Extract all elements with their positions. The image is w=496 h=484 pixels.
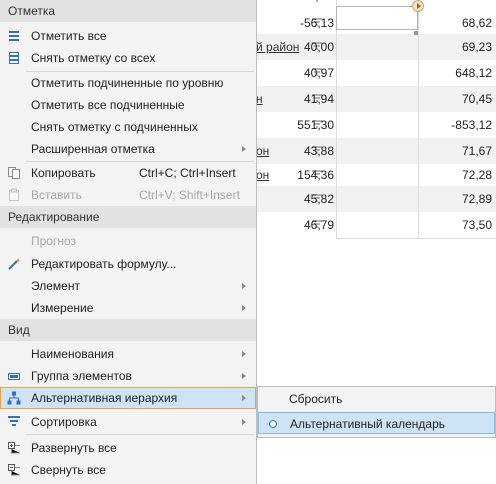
value-cell[interactable]: 43,88	[244, 144, 334, 158]
names-item[interactable]: Наименования	[0, 343, 256, 365]
grid-bottom-border	[336, 238, 496, 239]
menu-item-label: Расширенная отметка	[31, 142, 155, 156]
value-cell[interactable]: 551,30	[244, 118, 334, 132]
context-menu: Отметка Отметить все Снять отметку со вс…	[0, 0, 257, 484]
list-unchecked-icon	[9, 52, 19, 64]
shortcut-label: Ctrl+V; Shift+Insert	[139, 188, 240, 202]
mark-sub-level-item[interactable]: Отметить подчиненные по уровню	[0, 72, 256, 94]
submenu-arrow-icon	[242, 395, 246, 401]
menu-item-label: Элемент	[31, 279, 80, 293]
menu-item-label: Снять отметку с подчиненных	[31, 120, 198, 134]
menu-item-label: Отметить все подчиненные	[31, 98, 185, 112]
section-header-edit: Редактирование	[0, 206, 256, 228]
formula-wand-icon	[8, 258, 21, 270]
menu-item-label: Наименования	[31, 347, 115, 361]
extended-mark-item[interactable]: Расширенная отметка	[0, 138, 256, 160]
value-cell[interactable]: 40,00	[244, 40, 334, 54]
submenu-arrow-icon	[242, 305, 246, 311]
copy-item[interactable]: Копировать Ctrl+C; Ctrl+Insert	[0, 162, 256, 184]
alt-hierarchy-item[interactable]: Альтернативная иерархия	[0, 387, 256, 409]
value-cell[interactable]: 72,28	[412, 168, 492, 182]
value-cell[interactable]: 648,12	[412, 66, 492, 80]
value-cell[interactable]: -853,12	[412, 118, 492, 132]
paste-item[interactable]: Вставить Ctrl+V; Shift+Insert	[0, 184, 256, 206]
element-item[interactable]: Элемент	[0, 275, 256, 297]
collapse-all-item[interactable]: Свернуть все	[0, 459, 256, 481]
cell-expand-tab[interactable]	[412, 0, 424, 12]
selected-cell[interactable]	[336, 6, 418, 30]
unmark-all-item[interactable]: Снять отметку со всех	[0, 47, 256, 69]
value-cell[interactable]: 69,23	[412, 40, 492, 54]
value-cell[interactable]: 68,62	[412, 16, 492, 30]
menu-item-label: Альтернативная иерархия	[31, 391, 178, 405]
expand-all-icon	[8, 442, 20, 454]
value-cell[interactable]: 45,82	[244, 192, 334, 206]
alt-calendar-item[interactable]: Альтернативный календарь	[258, 412, 495, 434]
unmark-sub-item[interactable]: Снять отметку с подчиненных	[0, 116, 256, 138]
value-cell[interactable]: 154,36	[244, 168, 334, 182]
column-divider	[336, 0, 337, 238]
sort-item[interactable]: Сортировка	[0, 411, 256, 433]
menu-item-label: Сортировка	[31, 415, 97, 429]
menu-item-label: Свернуть все	[31, 463, 106, 477]
hierarchy-icon	[7, 391, 21, 405]
menu-item-label: Отметить подчиненные по уровню	[31, 76, 224, 90]
section-header-label: Отметка	[8, 4, 56, 18]
section-header-view: Вид	[0, 319, 256, 341]
sort-filter-icon	[8, 416, 20, 426]
menu-item-label: Развернуть все	[31, 441, 117, 455]
section-header-label: Редактирование	[8, 210, 100, 224]
shortcut-label: Ctrl+C; Ctrl+Insert	[139, 166, 236, 180]
section-header-mark: Отметка	[0, 0, 256, 22]
submenu-arrow-icon	[242, 146, 246, 152]
value-cell[interactable]: 70,45	[412, 92, 492, 106]
value-cell[interactable]: 72,89	[412, 192, 492, 206]
alt-hierarchy-submenu: Сбросить Альтернативный календарь	[257, 386, 496, 438]
group-icon	[8, 373, 20, 380]
section-header-label: Вид	[8, 323, 30, 337]
value-cell[interactable]: 73,50	[412, 218, 492, 232]
menu-item-label: Копировать	[31, 166, 96, 180]
reset-item[interactable]: Сбросить	[258, 388, 495, 410]
menu-item-label: Вставить	[31, 188, 82, 202]
value-cell[interactable]: -56,13	[244, 16, 334, 30]
copy-icon	[8, 167, 20, 179]
submenu-arrow-icon	[242, 351, 246, 357]
submenu-arrow-icon	[242, 419, 246, 425]
menu-separator	[26, 434, 254, 435]
mark-all-sub-item[interactable]: Отметить все подчиненные	[0, 94, 256, 116]
paste-icon	[9, 188, 19, 201]
radio-indicator-icon	[269, 420, 277, 428]
edit-formula-item[interactable]: Редактировать формулу...	[0, 253, 256, 275]
selection-handle[interactable]	[414, 31, 418, 35]
submenu-arrow-icon	[242, 373, 246, 379]
expand-all-item[interactable]: Развернуть все	[0, 437, 256, 459]
mark-all-item[interactable]: Отметить все	[0, 25, 256, 47]
list-checked-icon	[9, 31, 19, 41]
element-group-item[interactable]: Группа элементов	[0, 365, 256, 387]
menu-item-label: Альтернативный календарь	[290, 417, 446, 431]
menu-item-label: Измерение	[31, 301, 94, 315]
value-cell[interactable]: 41,94	[244, 92, 334, 106]
forecast-item[interactable]: Прогноз	[0, 230, 256, 252]
value-cell[interactable]: 71,67	[412, 144, 492, 158]
dimension-item[interactable]: Измерение	[0, 297, 256, 319]
menu-item-label: Редактировать формулу...	[31, 257, 177, 271]
menu-item-label: Снять отметку со всех	[31, 51, 156, 65]
value-cell[interactable]: 40,97	[244, 66, 334, 80]
column-divider	[418, 0, 419, 238]
submenu-arrow-icon	[242, 283, 246, 289]
menu-item-label: Прогноз	[31, 234, 77, 248]
filter-icon[interactable]	[311, 0, 323, 5]
menu-item-label: Отметить все	[31, 29, 107, 43]
menu-item-label: Сбросить	[289, 392, 343, 406]
value-cell[interactable]: 46,79	[244, 218, 334, 232]
collapse-all-icon	[8, 464, 20, 476]
menu-item-label: Группа элементов	[31, 369, 132, 383]
